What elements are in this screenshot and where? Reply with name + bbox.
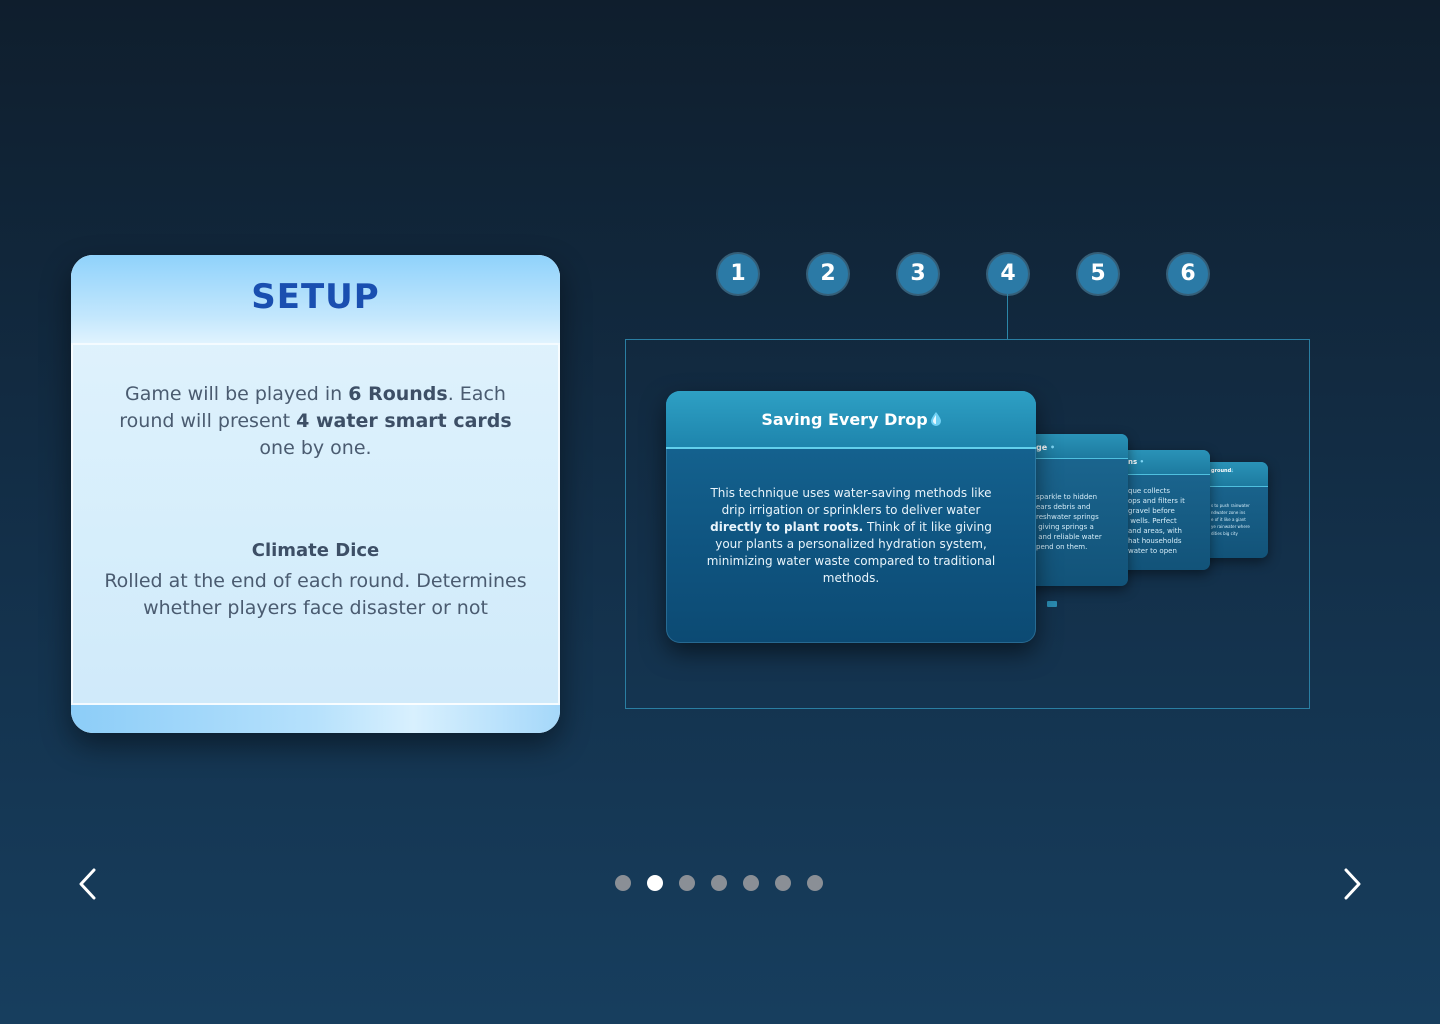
active-card-title: Saving Every Drop	[666, 410, 1036, 429]
round-2-button[interactable]: 2	[808, 254, 848, 294]
setup-rounds-text: Game will be played in 6 Rounds. Each ro…	[101, 381, 530, 462]
rounds-count: 6 Rounds	[348, 383, 448, 405]
active-water-card[interactable]: Saving Every Drop This technique uses wa…	[666, 391, 1036, 643]
setup-text-run: Game will be played in	[125, 383, 349, 405]
setup-card-footer	[71, 703, 560, 733]
previous-button[interactable]	[70, 866, 106, 902]
stacked-card-title: ge •	[1036, 443, 1055, 452]
water-drop-icon	[930, 412, 941, 426]
round-6-button[interactable]: 6	[1168, 254, 1208, 294]
stacked-card-title: ground💧︎	[1211, 468, 1233, 474]
active-card-title-text: Saving Every Drop	[761, 410, 928, 429]
round-1-button[interactable]: 1	[718, 254, 758, 294]
setup-text-run: one by one.	[259, 437, 372, 459]
stacked-card-body: s to push rainwater ndwater zone ins e o…	[1211, 503, 1250, 536]
setup-card-header: SETUP	[71, 255, 560, 345]
active-card-header: Saving Every Drop	[666, 391, 1036, 449]
stacked-card-title-text: ns	[1128, 458, 1138, 466]
card-text-run: This technique uses water-saving methods…	[710, 486, 992, 517]
pagination-dot-3[interactable]	[679, 875, 695, 891]
stacked-card-body: que collects ops and filters it gravel b…	[1128, 487, 1185, 555]
pagination-dot-5[interactable]	[743, 875, 759, 891]
stack-indicator	[1047, 601, 1057, 607]
chevron-right-icon	[1344, 868, 1361, 900]
active-card-description: This technique uses water-saving methods…	[700, 485, 1002, 587]
card-text-emphasis: directly to plant roots.	[710, 520, 864, 534]
water-drop-icon: •	[1047, 443, 1056, 452]
pagination-dot-2[interactable]	[647, 875, 663, 891]
stacked-card-title-text: ground	[1211, 468, 1232, 474]
pagination-dot-6[interactable]	[775, 875, 791, 891]
pagination-dot-7[interactable]	[807, 875, 823, 891]
round-5-button[interactable]: 5	[1078, 254, 1118, 294]
climate-dice-title: Climate Dice	[251, 540, 380, 561]
next-button[interactable]	[1334, 866, 1370, 902]
chevron-left-icon	[79, 868, 96, 900]
climate-dice-text: Rolled at the end of each round. Determi…	[104, 570, 527, 619]
pagination-dot-1[interactable]	[615, 875, 631, 891]
round-4-button[interactable]: 4	[988, 254, 1028, 294]
stacked-card-title-text: ge	[1036, 443, 1048, 452]
setup-card: SETUP Game will be played in 6 Rounds. E…	[71, 255, 560, 733]
setup-title: SETUP	[251, 277, 380, 317]
cards-count: 4 water smart cards	[296, 410, 512, 432]
active-round-connector	[1007, 294, 1008, 340]
pagination-dot-4[interactable]	[711, 875, 727, 891]
stacked-card-title: ns •	[1128, 458, 1144, 466]
round-3-button[interactable]: 3	[898, 254, 938, 294]
stacked-card-body: sparkle to hidden ears debris and reshwa…	[1036, 493, 1102, 551]
water-drop-icon: 💧︎	[1231, 468, 1234, 474]
water-drop-icon: •	[1137, 458, 1145, 466]
